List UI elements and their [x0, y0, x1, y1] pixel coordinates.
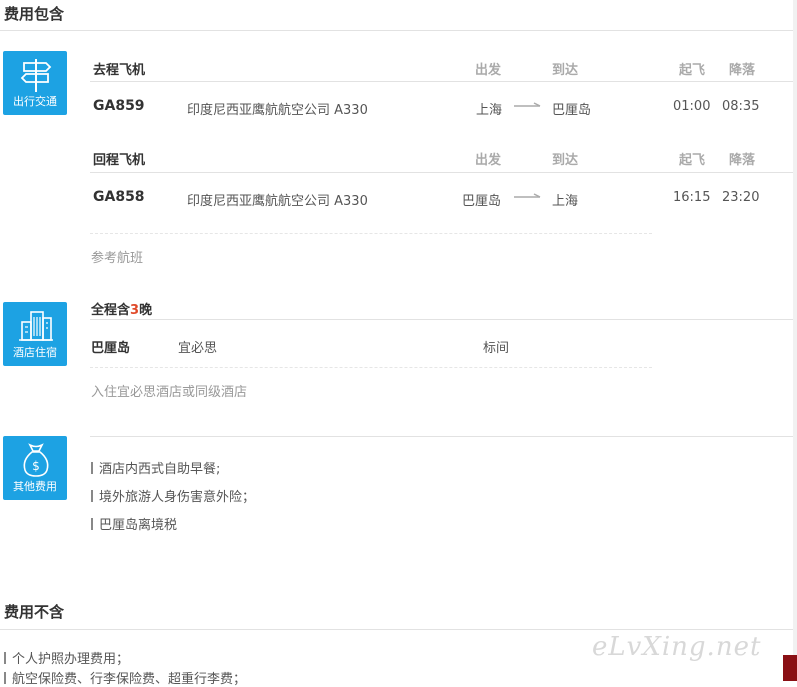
signpost-icon [20, 59, 52, 92]
outbound-header-divider [90, 81, 793, 82]
hotel-header: 全程含3晚 [91, 299, 152, 318]
other-fee-text: 境外旅游人身伤害意外险； [99, 490, 256, 505]
outbound-land: 08:35 [722, 99, 760, 114]
bullet-bar [4, 672, 6, 684]
outbound-takeoff: 01:00 [673, 99, 711, 114]
return-col-depart: 出发 [475, 153, 502, 168]
hotel-header-suffix: 晚 [139, 303, 153, 318]
return-from: 巴厘岛 [462, 194, 502, 209]
money-bag-icon: $ [23, 443, 49, 477]
svg-text:$: $ [32, 459, 40, 473]
excluded-title: 费用不含 [4, 603, 65, 621]
return-col-land: 降落 [729, 153, 756, 168]
transport-badge: 出行交通 [3, 51, 67, 115]
other-fee-text: 酒店内西式自助早餐; [99, 462, 221, 477]
excluded-text: 个人护照办理费用； [12, 652, 130, 667]
site-watermark: eLvXing.net [592, 632, 762, 662]
outbound-col-depart: 出发 [475, 63, 502, 78]
outbound-flight-no: GA859 [93, 98, 145, 114]
return-header-divider [90, 172, 793, 173]
hotel-header-divider [90, 319, 793, 320]
hotel-name: 宜必思 [178, 341, 218, 356]
other-fee-item: 巴厘岛离境税 [91, 514, 177, 533]
hotel-badge: 酒店住宿 [3, 302, 67, 366]
excluded-text: 航空保险费、行李保险费、超重行李费； [12, 672, 247, 687]
outbound-col-arrive: 到达 [552, 63, 579, 78]
excluded-item: 航空保险费、行李保险费、超重行李费； [4, 668, 246, 687]
hotel-nights: 3 [130, 303, 140, 318]
bullet-bar [4, 652, 6, 664]
back-to-top-tab[interactable] [783, 655, 797, 681]
hotel-room-type: 标间 [483, 341, 510, 356]
other-fees-badge-label: 其他费用 [13, 480, 57, 493]
hotel-note: 入住宜必思酒店或同级酒店 [91, 385, 248, 400]
transport-badge-label: 出行交通 [13, 95, 57, 108]
arrow-right-icon [514, 193, 541, 198]
included-title-divider [0, 30, 793, 31]
other-fee-item: 酒店内西式自助早餐; [91, 458, 220, 477]
hotel-header-prefix: 全程含 [91, 303, 131, 318]
outbound-header: 去程飞机 [93, 63, 146, 78]
return-to: 上海 [552, 194, 579, 209]
return-land: 23:20 [722, 190, 760, 205]
return-flight-no: GA858 [93, 189, 145, 205]
outbound-to: 巴厘岛 [552, 103, 592, 118]
included-title: 费用包含 [4, 5, 65, 23]
bullet-bar [91, 518, 93, 530]
scrollbar-track[interactable] [793, 0, 797, 681]
hotel-dashed-divider [90, 367, 652, 368]
return-takeoff: 16:15 [673, 190, 711, 205]
other-divider [90, 436, 793, 437]
bullet-bar [91, 462, 93, 474]
excluded-item: 个人护照办理费用； [4, 648, 129, 667]
hotel-badge-label: 酒店住宿 [13, 346, 57, 359]
return-header: 回程飞机 [93, 153, 146, 168]
other-fee-item: 境外旅游人身伤害意外险； [91, 486, 255, 505]
transport-dashed-divider [90, 233, 652, 234]
bullet-bar [91, 490, 93, 502]
excluded-title-divider [0, 629, 793, 630]
arrow-right-icon [514, 102, 541, 107]
buildings-icon [19, 311, 53, 341]
return-col-arrive: 到达 [552, 153, 579, 168]
other-fee-text: 巴厘岛离境税 [99, 518, 178, 533]
return-col-takeoff: 起飞 [679, 153, 706, 168]
outbound-airline: 印度尼西亚鹰航航空公司 A330 [187, 103, 368, 118]
transport-note: 参考航班 [91, 251, 144, 266]
outbound-col-land: 降落 [729, 63, 756, 78]
return-airline: 印度尼西亚鹰航航空公司 A330 [187, 194, 368, 209]
hotel-city: 巴厘岛 [91, 341, 131, 356]
other-fees-badge: $ 其他费用 [3, 436, 67, 500]
outbound-from: 上海 [476, 103, 503, 118]
outbound-col-takeoff: 起飞 [679, 63, 706, 78]
